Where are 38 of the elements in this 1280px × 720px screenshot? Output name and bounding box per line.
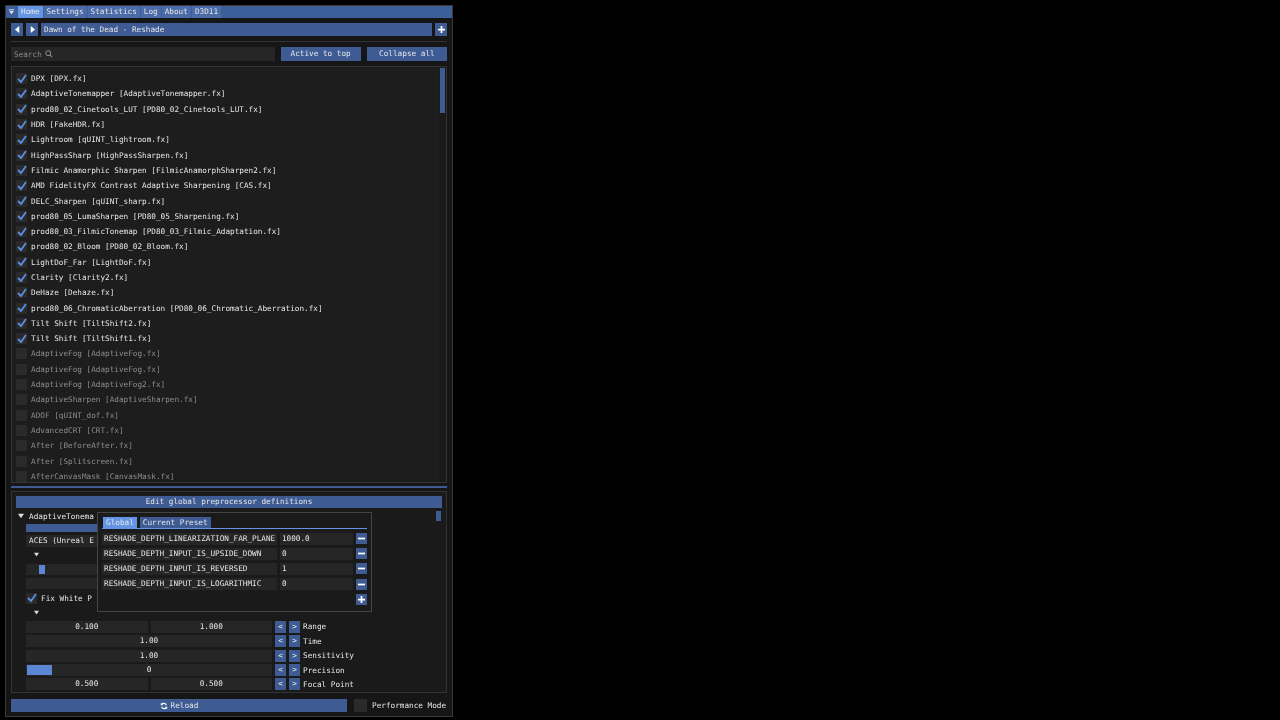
previous-button[interactable]: [11, 23, 23, 36]
checkbox[interactable]: [16, 272, 27, 283]
checkbox[interactable]: [16, 119, 27, 131]
plus-icon: [358, 595, 365, 603]
checkbox[interactable]: [16, 164, 27, 176]
remove-button[interactable]: [356, 563, 367, 575]
checkbox[interactable]: [16, 210, 27, 222]
plus-icon: [437, 26, 445, 33]
checkbox[interactable]: [16, 256, 27, 268]
checkbox[interactable]: [16, 149, 27, 161]
left-triangle-icon: [13, 26, 21, 33]
remove-button[interactable]: [356, 548, 367, 560]
expand-icon[interactable]: [18, 513, 24, 520]
refresh-icon: [159, 701, 168, 710]
checkbox[interactable]: [16, 195, 27, 207]
add-button[interactable]: [356, 593, 367, 605]
checkbox[interactable]: [16, 180, 27, 192]
checkbox[interactable]: [16, 317, 27, 329]
checkbox[interactable]: [16, 134, 27, 146]
checkbox[interactable]: [16, 226, 27, 238]
expand-icon[interactable]: [34, 552, 39, 558]
checkbox[interactable]: [16, 88, 27, 100]
expand-icon[interactable]: [34, 610, 39, 616]
remove-button[interactable]: [356, 578, 367, 590]
right-triangle-icon: [28, 26, 36, 33]
add-button[interactable]: [435, 23, 447, 36]
checkbox[interactable]: [16, 241, 27, 253]
remove-button[interactable]: [356, 533, 367, 545]
checkbox[interactable]: [16, 73, 27, 85]
collapse-icon[interactable]: [8, 8, 15, 15]
checkbox[interactable]: [16, 333, 27, 345]
next-button[interactable]: [26, 23, 38, 36]
search-icon: [44, 50, 53, 58]
checkbox[interactable]: [26, 592, 37, 604]
checkbox[interactable]: [16, 470, 27, 482]
checkbox[interactable]: [16, 287, 27, 299]
checkbox[interactable]: [16, 103, 27, 115]
checkbox[interactable]: [16, 302, 27, 314]
